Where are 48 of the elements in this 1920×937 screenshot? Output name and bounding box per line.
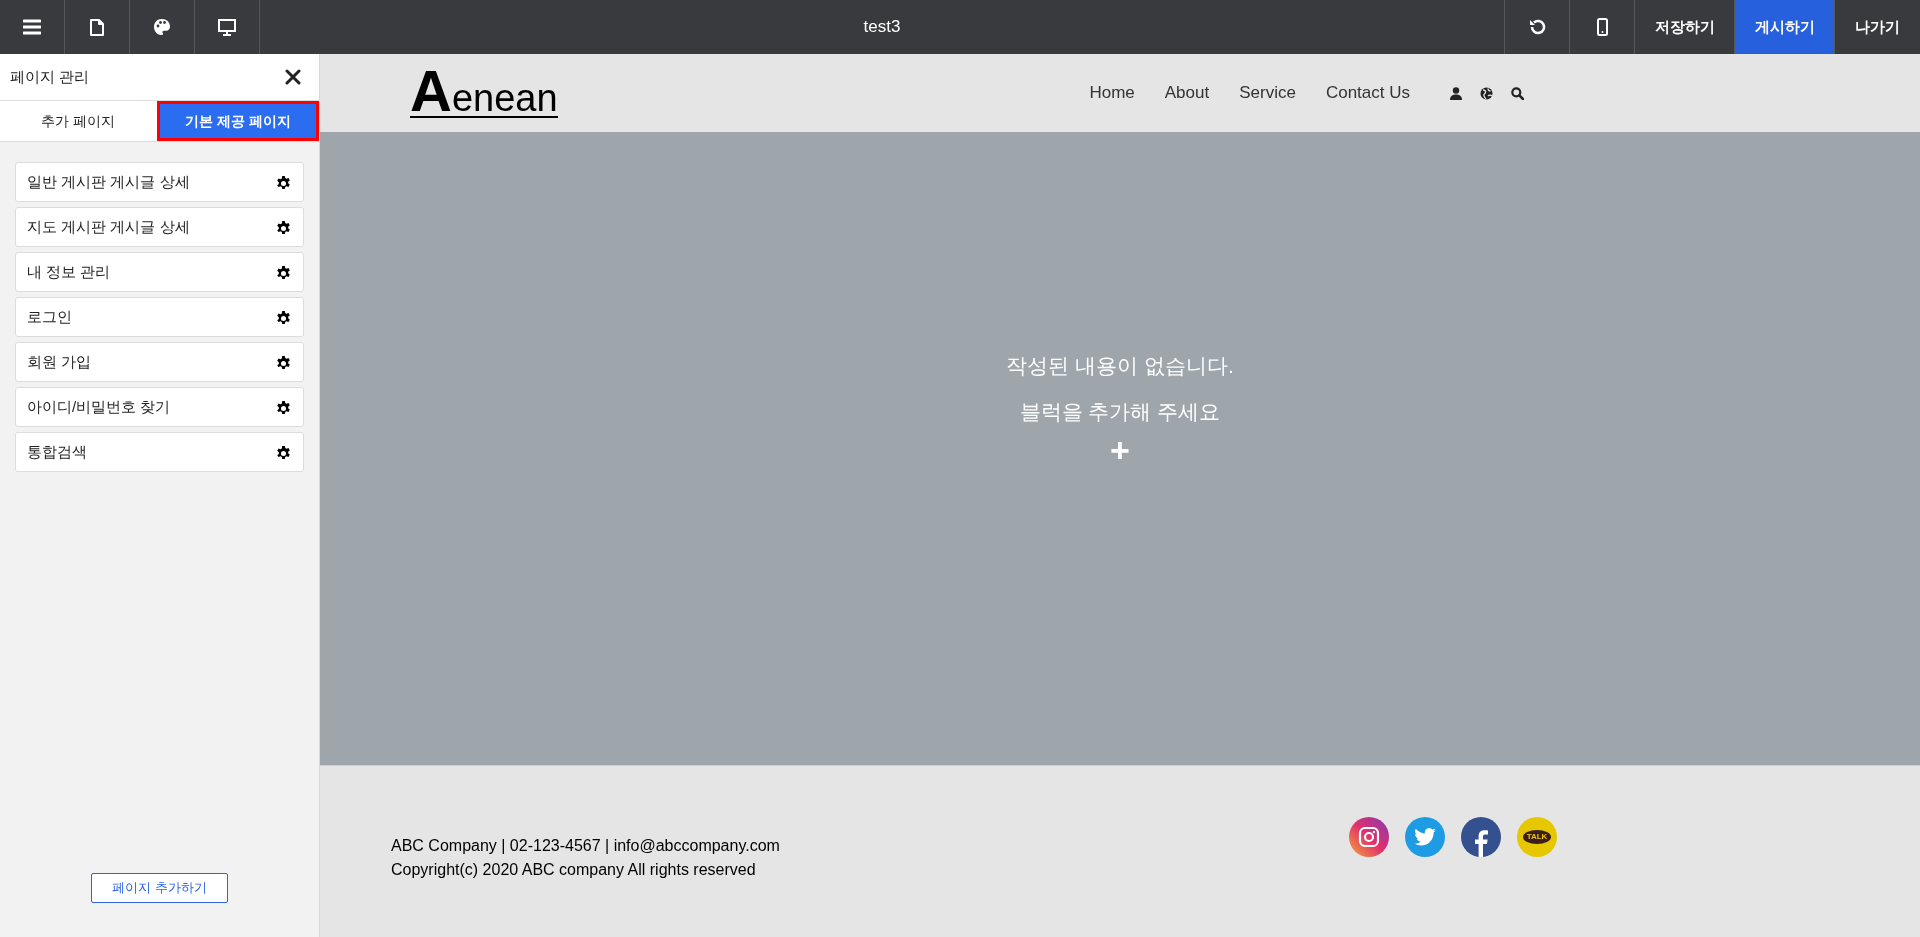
empty-message: 블럭을 추가해 주세요: [1019, 398, 1221, 425]
add-page-button[interactable]: 페이지 추가하기: [91, 873, 228, 903]
facebook-icon[interactable]: [1461, 816, 1501, 857]
globe-icon[interactable]: [1480, 86, 1493, 100]
nav-link[interactable]: Contact Us: [1325, 80, 1410, 106]
footer-text: ABC Company | 02-123-4567 | info@abccompany.com: [391, 835, 780, 856]
page-name: 회원 가입: [27, 351, 92, 372]
user-icon[interactable]: [1450, 86, 1462, 100]
nav-link[interactable]: Home: [1089, 80, 1135, 106]
nav-link[interactable]: About: [1164, 80, 1210, 106]
page-name: 지도 게시판 게시글 상세: [27, 216, 190, 237]
instagram-icon[interactable]: [1349, 816, 1389, 857]
page-name: 일반 게시판 게시글 상세: [27, 171, 190, 192]
page-list-item[interactable]: 아이디/비밀번호 찾기: [15, 387, 304, 427]
page-name: 로그인: [27, 306, 72, 327]
site-logo[interactable]: Aenean: [410, 68, 558, 118]
page-list-item[interactable]: 지도 게시판 게시글 상세: [15, 207, 304, 247]
settings-icon[interactable]: [276, 219, 291, 235]
settings-icon[interactable]: [276, 264, 291, 280]
page-list-item[interactable]: 통합검색: [15, 432, 304, 472]
monitor-icon: [218, 18, 236, 36]
tab[interactable]: 기본 제공 페이지: [156, 101, 319, 141]
document-title: test3: [863, 16, 901, 39]
settings-icon[interactable]: [276, 444, 291, 460]
document-icon: [90, 18, 104, 36]
page-list-item[interactable]: 일반 게시판 게시글 상세: [15, 162, 304, 202]
page-name: 아이디/비밀번호 찾기: [27, 396, 171, 417]
palette-icon: [153, 18, 171, 36]
undo-icon: [1528, 18, 1546, 36]
bird-icon[interactable]: [1405, 816, 1445, 857]
settings-icon[interactable]: [276, 354, 291, 370]
settings-icon[interactable]: [276, 399, 291, 415]
panel-title: 페이지 관리: [10, 66, 90, 87]
page-name: 내 정보 관리: [27, 261, 111, 282]
nav-link[interactable]: Service: [1239, 80, 1296, 106]
publish-button[interactable]: 게시하기: [1734, 0, 1834, 54]
settings-icon[interactable]: [276, 174, 291, 190]
menu-icon: [23, 19, 41, 35]
footer-text: Copyright(c) 2020 ABC company All rights reserved: [391, 859, 757, 880]
mobile-phone-icon: [1596, 18, 1608, 36]
page-list-item[interactable]: 회원 가입: [15, 342, 304, 382]
search-icon[interactable]: [1511, 86, 1524, 100]
page-list-item[interactable]: 로그인: [15, 297, 304, 337]
chat-bubble-icon[interactable]: TALK: [1517, 816, 1557, 857]
settings-icon[interactable]: [276, 309, 291, 325]
empty-message: 작성된 내용이 없습니다.: [1006, 353, 1234, 379]
page-list-item[interactable]: 내 정보 관리: [15, 252, 304, 292]
page-name: 통합검색: [27, 441, 87, 462]
